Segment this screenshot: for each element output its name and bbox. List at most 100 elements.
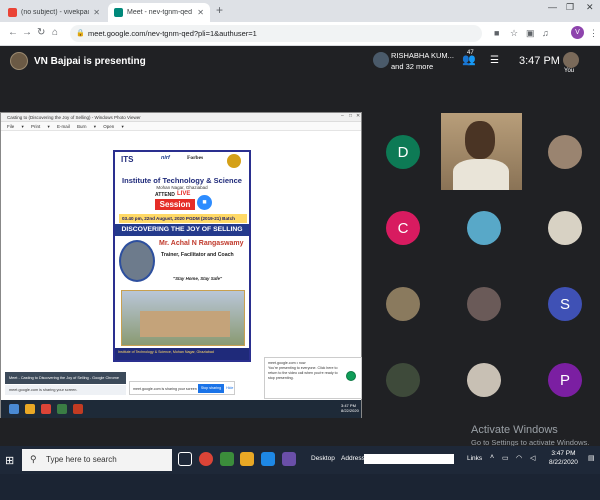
participant-tile-photo[interactable] [548,211,582,245]
wifi-icon[interactable]: ◠ [516,454,522,462]
camera-icon[interactable]: ■ [494,28,499,38]
stop-sharing-button: Stop sharing [198,384,224,393]
volume-icon[interactable]: ◁ [530,454,535,462]
windows-start-icon[interactable]: ⊞ [5,454,14,467]
inner-chrome-icon [41,404,51,414]
battery-icon[interactable]: ▭ [502,454,509,462]
inner-start-icon [9,404,19,414]
poster-attend: ATTEND [155,192,175,198]
hide-button: Hide [226,386,234,390]
participant-tile-photo[interactable] [467,363,501,397]
poster-headline: DISCOVERING THE JOY OF SELLING [115,224,249,236]
people-name: RISHABHA KUM... [391,51,454,60]
star-icon[interactable]: ☆ [510,28,518,39]
chrome-icon[interactable] [199,452,213,466]
search-placeholder: Type here to search [46,455,117,464]
participant-tile-photo[interactable] [467,211,501,245]
inner-folder-icon [25,404,35,414]
poster-footer: Institute of Technology & Science, Mohan… [115,348,249,360]
participant-initial: C [397,219,409,237]
tab-meet[interactable]: Meet - nev-tgnm-qed ✕ [108,3,210,22]
participant-video[interactable] [441,113,522,190]
poster-live: LIVE [177,191,191,197]
clock-time: 3:47 PM [551,450,576,457]
participant-tile-photo[interactable] [548,135,582,169]
self-label: You [564,68,575,74]
people-count: 47 [467,50,474,56]
tab-gmail[interactable]: (no subject) - vivekpachauri@its ✕ [2,3,106,22]
inner-app-icon [73,404,83,414]
speaker-photo [119,240,155,282]
taskbar-search[interactable]: Type here to search [22,449,172,471]
photo-viewer-title: Casting to (Discovering the Joy of Selli… [1,113,361,122]
notification-icon[interactable]: ▤ [588,454,595,462]
windows-taskbar: ⊞ Type here to search ⚲ Desktop Address … [0,446,600,500]
folder-icon[interactable] [240,452,254,466]
inner-notification-url: meet.google.com is sharing your screen. [5,385,126,395]
inner-date: 8/22/2020 [341,408,359,413]
app-icon[interactable] [282,452,296,466]
shared-screen: Casting to (Discovering the Joy of Selli… [0,112,362,418]
url-text: meet.google.com/nev-tgnm-qed?pli=1&authu… [88,29,257,38]
extension-icon[interactable]: ▣ [526,28,535,39]
mail-icon[interactable] [261,452,275,466]
close-icon[interactable]: ✕ [93,8,100,17]
campus-photo [121,290,245,346]
menu-icon[interactable]: ⋮ [589,28,598,39]
chat-icon[interactable]: ☰ [490,55,499,66]
participant-tile-c[interactable]: C [386,211,420,245]
people-summary[interactable]: RISHABHA KUM... and 32 more [391,50,454,72]
participant-tile-photo[interactable] [386,287,420,321]
speaker-role: Trainer, Facilitator and Coach [161,252,234,258]
poster-institute: Institute of Technology & Science [122,176,242,185]
participant-tile-p[interactable]: P [548,363,582,397]
links-label[interactable]: Links [467,455,482,462]
its-logo: ITS [121,155,134,164]
participant-initial: D [397,143,409,161]
campus-building [140,311,230,337]
forward-icon[interactable]: → [22,27,32,38]
media-icon[interactable]: ♫ [542,28,549,38]
taskbar-address-input[interactable] [364,454,454,464]
participant-tile-photo[interactable] [386,363,420,397]
poster-date: 03.40 pm, 22nd August, 2020 PGDM (2019-2… [119,214,247,223]
poster-slogan: "Stay Home, Stay Safe" [173,276,223,281]
inner-notification: Meet - Casting to Discovering the Joy of… [5,372,126,384]
poster-logos: ITS nirf Forbes [115,152,249,174]
search-icon: ⚲ [30,454,37,464]
self-avatar [563,52,579,68]
popup-body: You're presenting to everyone. Click her… [268,366,338,380]
participant-tile-photo[interactable] [467,287,501,321]
new-tab-button[interactable]: + [216,3,223,17]
back-icon[interactable]: ← [8,27,18,38]
maximize-button[interactable]: ❐ [566,2,574,13]
system-clock[interactable]: 3:47 PM 8/22/2020 [549,449,578,467]
tray-chevron-icon[interactable]: ˄ [490,454,494,461]
close-icon[interactable]: ✕ [197,8,204,17]
desktop-label[interactable]: Desktop [311,455,335,462]
minimize-button[interactable]: — [548,2,557,12]
clock-date: 8/22/2020 [549,459,578,466]
poster-city: Mohan Nagar, Ghaziabad [156,185,208,190]
participant-initial: P [559,371,570,389]
address-row: ← → ↻ ⌂ meet.google.com/nev-tgnm-qed?pli… [0,22,600,46]
window-close-button[interactable]: ✕ [586,2,594,13]
url-bar[interactable]: meet.google.com/nev-tgnm-qed?pli=1&authu… [70,25,482,42]
inner-clock: 3:47 PM 8/22/2020 [341,403,359,413]
participant-tile-d[interactable]: D [386,135,420,169]
viewer-maximize: □ [349,113,353,119]
poster-session: Session [155,199,195,210]
activate-windows-watermark: Activate Windows Go to Settings to activ… [471,424,589,447]
home-icon[interactable]: ⌂ [52,27,58,38]
profile-avatar[interactable]: V [571,26,584,39]
participant-avatar [373,52,389,68]
reload-icon[interactable]: ↻ [37,27,45,38]
inner-taskbar: 3:47 PM 8/22/2020 [1,400,361,418]
task-view-icon[interactable] [178,452,192,466]
browser-tab-bar: (no subject) - vivekpachauri@its ✕ Meet … [0,0,600,22]
app-icon[interactable] [220,452,234,466]
meet-popup-icon [346,371,356,381]
participant-tile-s[interactable]: S [548,287,582,321]
photo-viewer-menu: File ▾ Print ▾ E-mail Burn ▾ Open ▾ [1,122,361,131]
lock-icon[interactable]: 🔒 [76,29,85,37]
